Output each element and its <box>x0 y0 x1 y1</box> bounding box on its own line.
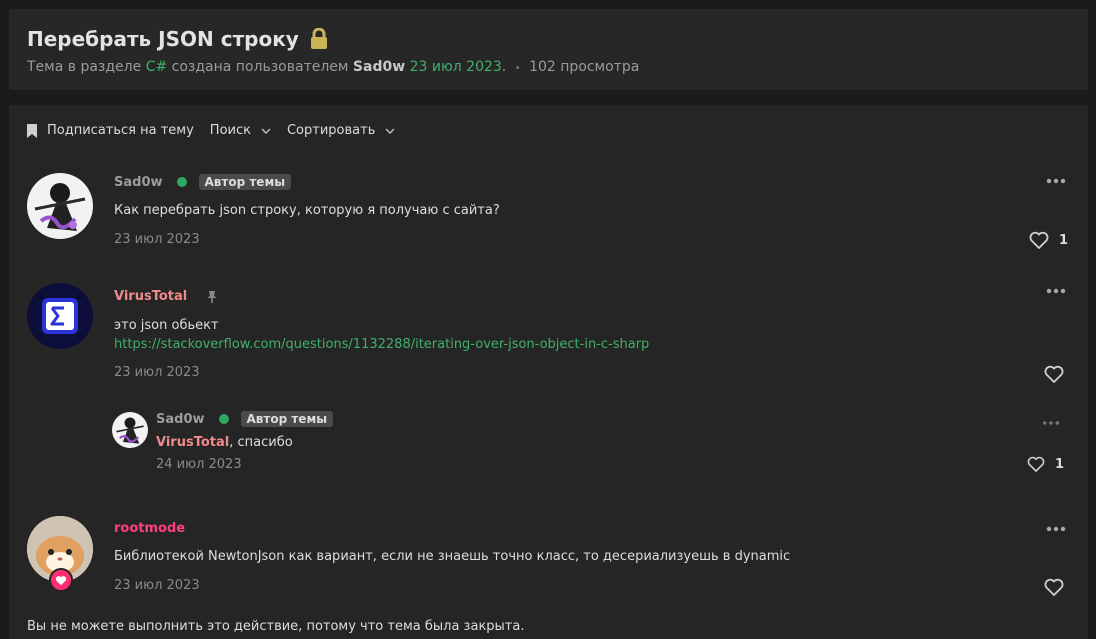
post-text: Как перебрать json строку, которую я пол… <box>114 203 500 218</box>
more-options-icon[interactable] <box>1046 526 1066 532</box>
separator-dot: • <box>514 63 521 74</box>
page-title: Перебрать JSON строку <box>27 27 329 51</box>
topic-author-link[interactable]: Sad0w <box>353 59 405 75</box>
post-date[interactable]: 23 июл 2023 <box>114 232 200 247</box>
reply-text: VirusTotal, спасибо <box>156 435 293 450</box>
username-link[interactable]: VirusTotal <box>114 289 187 304</box>
thread-toolbar: Подписаться на тему Поиск Сортировать <box>27 123 411 138</box>
like-count: 1 <box>1055 456 1065 472</box>
post-author-line: Sad0w Автор темы <box>114 174 292 190</box>
heart-icon <box>1044 365 1064 383</box>
like-button[interactable] <box>1044 578 1064 596</box>
avatar[interactable] <box>27 283 93 349</box>
post: rootmode Библиотекой NewtonJson как вари… <box>9 510 1088 610</box>
online-indicator <box>176 177 187 187</box>
post-author-line: Sad0w Автор темы <box>156 411 334 427</box>
lock-icon <box>310 28 327 49</box>
pin-icon <box>207 290 218 303</box>
author-badge: Автор темы <box>198 174 292 190</box>
post-text: Библиотекой NewtonJson как вариант, если… <box>114 549 791 564</box>
post-date[interactable]: 23 июл 2023 <box>114 578 200 593</box>
like-button[interactable] <box>1044 365 1064 383</box>
more-options-icon[interactable] <box>1046 178 1066 184</box>
stackoverflow-link[interactable]: https://stackoverflow.com/questions/1132… <box>114 337 649 352</box>
like-button[interactable]: 1 <box>1029 231 1068 249</box>
topic-meta: Тема в разделе C# создана пользователем … <box>27 59 640 75</box>
search-dropdown[interactable]: Поиск <box>210 123 271 138</box>
mention-link[interactable]: VirusTotal <box>156 435 229 450</box>
avatar-image <box>116 417 144 444</box>
post-author-line: VirusTotal <box>114 289 219 304</box>
username-link[interactable]: rootmode <box>114 521 185 536</box>
thread-closed-notice: Вы не можете выполнить это действие, пот… <box>27 619 525 634</box>
post-date[interactable]: 24 июл 2023 <box>156 457 242 472</box>
online-indicator <box>218 414 229 424</box>
like-count: 1 <box>1059 232 1069 248</box>
author-badge: Автор темы <box>240 411 334 427</box>
sort-dropdown[interactable]: Сортировать <box>287 123 395 138</box>
avatar[interactable] <box>112 412 148 448</box>
heart-filled-icon <box>55 575 67 585</box>
post: Sad0w Автор темы Как перебрать json стро… <box>9 165 1088 265</box>
post-text: это json обьект <box>114 318 219 333</box>
subscribe-button[interactable]: Подписаться на тему <box>27 123 194 138</box>
topic-title-text: Перебрать JSON строку <box>27 27 299 51</box>
avatar-image <box>34 183 86 231</box>
view-count: 102 просмотра <box>529 59 640 75</box>
virustotal-logo-icon <box>27 283 93 349</box>
reply-post: Sad0w Автор темы VirusTotal, спасибо 24 … <box>9 405 1088 485</box>
heart-badge <box>49 568 73 592</box>
heart-icon <box>1029 231 1049 249</box>
chevron-down-icon <box>385 127 395 134</box>
topic-date[interactable]: 23 июл 2023 <box>410 59 502 75</box>
avatar[interactable] <box>27 173 93 239</box>
heart-icon <box>1027 456 1045 472</box>
post-author-line: rootmode <box>114 521 185 536</box>
chevron-down-icon <box>261 127 271 134</box>
username-link[interactable]: Sad0w <box>114 175 163 190</box>
thread-panel: Подписаться на тему Поиск Сортировать Sa… <box>9 105 1088 639</box>
topic-header: Перебрать JSON строку Тема в разделе C# … <box>9 9 1088 90</box>
username-link[interactable]: Sad0w <box>156 412 205 427</box>
post: VirusTotal это json обьект https://stack… <box>9 275 1088 385</box>
more-options-icon[interactable] <box>1042 420 1060 426</box>
like-button[interactable]: 1 <box>1027 456 1064 472</box>
section-link[interactable]: C# <box>146 59 168 75</box>
heart-icon <box>1044 578 1064 596</box>
more-options-icon[interactable] <box>1046 288 1066 294</box>
post-date[interactable]: 23 июл 2023 <box>114 365 200 380</box>
bookmark-icon <box>27 123 37 138</box>
